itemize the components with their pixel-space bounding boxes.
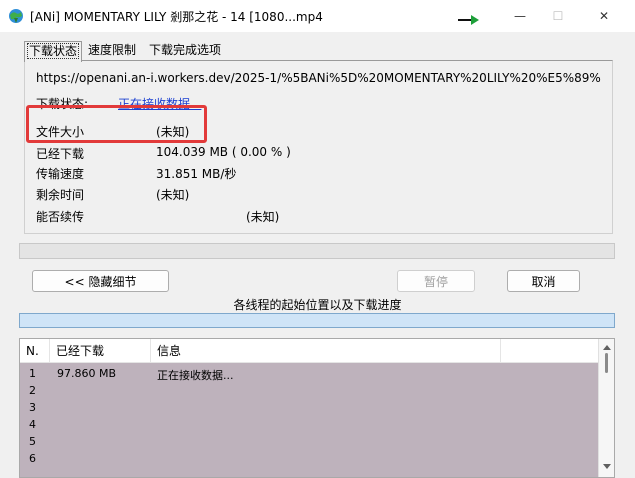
row-number: 6	[29, 452, 36, 465]
row-downloaded: 97.860 MB	[57, 367, 117, 380]
column-header-number[interactable]: N.	[20, 339, 50, 363]
resume-support-label: 能否续传	[36, 210, 85, 224]
tab-completion-options[interactable]: 下载完成选项	[147, 41, 223, 61]
column-header-info[interactable]: 信息	[151, 339, 501, 363]
row-number: 4	[29, 418, 36, 431]
cancel-button[interactable]: 取消	[507, 270, 580, 292]
table-row[interactable]: 4	[20, 416, 598, 433]
row-number: 3	[29, 401, 36, 414]
downloaded-value: 104.039 MB ( 0.00 % )	[156, 145, 291, 159]
scroll-down-arrow-icon[interactable]	[602, 463, 612, 471]
app-globe-icon	[9, 9, 23, 23]
table-row[interactable]: 2	[20, 382, 598, 399]
row-number: 2	[29, 384, 36, 397]
table-row[interactable]: 3	[20, 399, 598, 416]
close-button[interactable]: ✕	[581, 0, 627, 32]
thread-list-scrollbar[interactable]	[598, 339, 614, 477]
threads-caption: 各线程的起始位置以及下载进度	[233, 298, 402, 312]
column-header-extra[interactable]	[501, 339, 598, 363]
column-header-downloaded[interactable]: 已经下载	[50, 339, 151, 363]
download-url: https://openani.an-i.workers.dev/2025-1/…	[36, 71, 601, 85]
speed-value: 31.851 MB/秒	[156, 167, 237, 181]
row-info: 正在接收数据...	[157, 369, 234, 382]
download-progress-bar	[19, 243, 615, 259]
scroll-thumb[interactable]	[605, 353, 608, 373]
title-bar: [ANi] MOMENTARY LILY 剎那之花 - 14 [1080...m…	[0, 0, 635, 32]
scroll-up-arrow-icon[interactable]	[602, 343, 612, 351]
maximize-button[interactable]: ☐	[535, 0, 581, 32]
thread-list-body: 1 97.860 MB 正在接收数据... 2 3 4 5 6	[20, 363, 598, 477]
thread-list-header: N. 已经下载 信息	[20, 339, 598, 363]
pause-button[interactable]: 暂停	[397, 270, 475, 292]
downloaded-label: 已经下载	[36, 147, 85, 161]
speed-label: 传输速度	[36, 167, 85, 181]
file-size-highlight-box	[26, 105, 207, 143]
status-panel: https://openani.an-i.workers.dev/2025-1/…	[24, 60, 613, 234]
table-row[interactable]: 6	[20, 450, 598, 467]
hide-details-button[interactable]: << 隐藏细节	[32, 270, 169, 292]
resume-support-value: (未知)	[246, 210, 280, 224]
tab-speed-limit[interactable]: 速度限制	[86, 41, 138, 61]
row-number: 5	[29, 435, 36, 448]
threads-progress-bar	[19, 313, 615, 328]
row-number: 1	[29, 367, 36, 380]
download-arrow-icon[interactable]	[458, 14, 480, 26]
table-row[interactable]: 1 97.860 MB 正在接收数据...	[20, 365, 598, 382]
window-title: [ANi] MOMENTARY LILY 剎那之花 - 14 [1080...m…	[30, 10, 323, 24]
remaining-time-value: (未知)	[156, 188, 190, 202]
thread-list[interactable]: N. 已经下载 信息 1 97.860 MB 正在接收数据... 2 3 4 5	[19, 338, 615, 478]
tab-download-status[interactable]: 下载状态	[24, 41, 83, 62]
table-row[interactable]: 5	[20, 433, 598, 450]
remaining-time-label: 剩余时间	[36, 188, 85, 202]
